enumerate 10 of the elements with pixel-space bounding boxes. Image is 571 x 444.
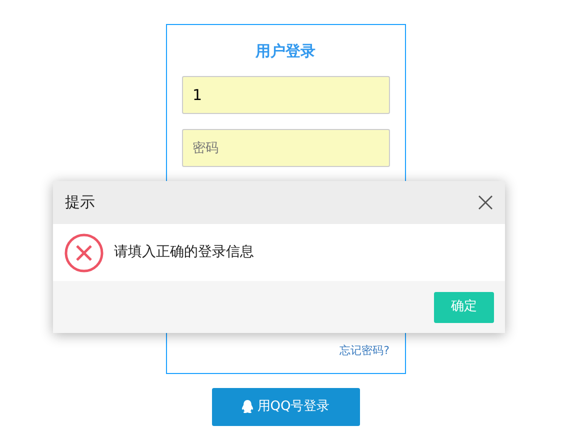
dialog-message: 请填入正确的登录信息 <box>114 243 254 262</box>
qq-login-button[interactable]: 用QQ号登录 <box>212 388 360 426</box>
error-icon <box>64 232 104 272</box>
forgot-password-link[interactable]: 忘记密码? <box>340 342 390 359</box>
dialog-title: 提示 <box>65 192 95 214</box>
penguin-icon <box>241 400 254 414</box>
password-field[interactable]: 密码 <box>182 129 390 167</box>
login-title: 用户登录 <box>256 41 316 62</box>
close-icon[interactable] <box>478 195 493 210</box>
username-field[interactable]: 1 <box>182 76 390 114</box>
